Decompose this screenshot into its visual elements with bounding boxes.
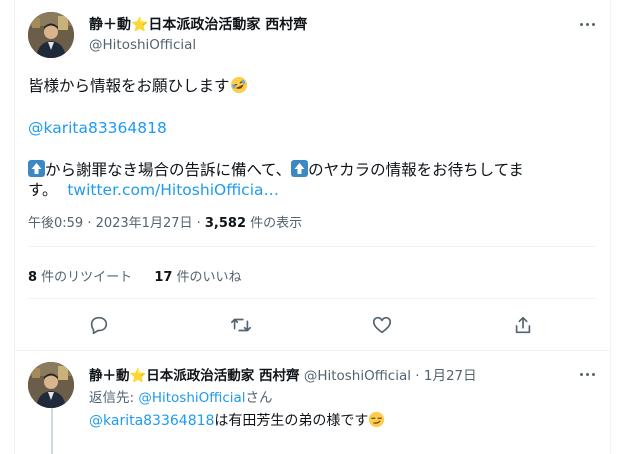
tweet-line3-part2: のヤカラの情報をお待ちしてま xyxy=(308,161,524,179)
reply-date[interactable]: 1月27日 xyxy=(424,368,477,384)
divider xyxy=(28,298,596,299)
share-icon xyxy=(515,316,531,334)
avatar[interactable] xyxy=(28,12,74,58)
up-arrow-icon xyxy=(28,160,45,177)
tweet-text-line3: から謝罪なき場合の告訴に備へて、 のヤカラの情報をお待ちしてま xyxy=(28,160,524,180)
reply-text: @karita83364818は有田芳生の弟の様です xyxy=(89,410,385,430)
divider xyxy=(28,246,596,247)
tweet-stats: 8 件のリツイート 17 件のいいね xyxy=(28,266,260,285)
author-name[interactable]: 静＋動⭐日本派政治活動家 西村齊 xyxy=(89,14,307,34)
views-label: 件の表示 xyxy=(246,216,303,231)
more-dot-icon xyxy=(591,22,595,26)
retweets-count: 8 xyxy=(28,270,38,285)
tweet-metadata: 午後0:59 · 2023年1月27日 · 3,582 件の表示 xyxy=(28,212,302,231)
tweet-timestamp[interactable]: 午後0:59 · 2023年1月27日 · xyxy=(28,216,205,231)
reply-icon xyxy=(90,316,108,335)
tweet-mention-line: @karita83364818 xyxy=(28,118,167,138)
reply-author-name[interactable]: 静＋動⭐日本派政治活動家 西村齊 xyxy=(89,368,300,384)
retweet-button[interactable] xyxy=(228,312,254,338)
retweets-label: 件のリツイート xyxy=(37,270,133,285)
more-dot-icon xyxy=(585,22,589,26)
more-options-button[interactable] xyxy=(572,364,602,384)
reply-to-label: 返信先: xyxy=(89,390,139,406)
up-arrow-icon xyxy=(291,160,309,177)
smirking-face-emoji xyxy=(369,411,385,428)
tweet-line4-prefix: す。 xyxy=(28,181,58,199)
retweet-icon xyxy=(231,318,251,332)
tweet-text-line1: 皆様から情報をお願ひします xyxy=(28,76,248,96)
mention-link[interactable]: @karita83364818 xyxy=(28,119,167,137)
more-dot-icon xyxy=(579,372,583,376)
reply-to-handle-link[interactable]: @HitoshiOfficial xyxy=(138,390,245,406)
rolling-on-floor-laughing-emoji xyxy=(230,76,247,94)
likes-count: 17 xyxy=(154,270,173,285)
replying-to: 返信先: @HitoshiOfficialさん xyxy=(89,386,273,406)
likes-stat[interactable]: 17 件のいいね xyxy=(154,270,241,285)
views-count: 3,582 xyxy=(204,216,247,231)
reply-tweet[interactable]: 静＋動⭐日本派政治活動家 西村齊 @HitoshiOfficial · 1月27… xyxy=(14,350,610,454)
reply-button[interactable] xyxy=(86,312,112,338)
share-button[interactable] xyxy=(510,312,536,338)
tweet-line3-part1: から謝罪なき場合の告訴に備へて、 xyxy=(45,161,292,179)
heart-icon xyxy=(372,316,392,334)
reply-body-text: は有田芳生の弟の様です xyxy=(214,413,369,429)
avatar[interactable] xyxy=(28,362,74,408)
like-button[interactable] xyxy=(369,312,395,338)
tweet-action-bar xyxy=(14,308,610,342)
reply-separator: · xyxy=(410,368,424,384)
more-options-button[interactable] xyxy=(572,14,602,34)
timeline-right-border xyxy=(610,0,611,454)
reply-author-handle[interactable]: @HitoshiOfficial xyxy=(304,368,411,384)
thread-connector-line xyxy=(51,408,53,454)
tweet-text-line4: す。 twitter.com/HitoshiOfficia… xyxy=(28,180,279,200)
tweet-line1-text: 皆様から情報をお願ひします xyxy=(28,77,230,95)
retweets-stat[interactable]: 8 件のリツイート xyxy=(28,270,132,285)
reply-author-line: 静＋動⭐日本派政治活動家 西村齊 @HitoshiOfficial · 1月27… xyxy=(89,364,477,384)
tweet-url-link[interactable]: twitter.com/HitoshiOfficia… xyxy=(67,181,279,199)
likes-label: 件のいいね xyxy=(172,270,242,285)
author-handle[interactable]: @HitoshiOfficial xyxy=(89,37,196,53)
more-dot-icon xyxy=(591,372,595,376)
reply-to-suffix: さん xyxy=(245,390,273,406)
more-dot-icon xyxy=(585,372,589,376)
more-dot-icon xyxy=(579,22,583,26)
reply-mention-link[interactable]: @karita83364818 xyxy=(89,413,214,429)
